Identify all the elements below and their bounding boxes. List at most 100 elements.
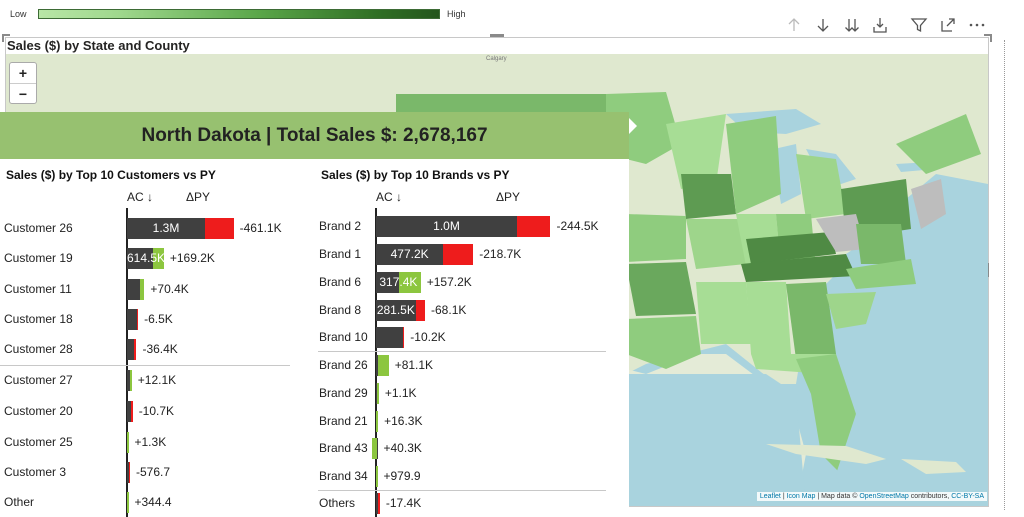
- brand-row-label[interactable]: Brand 6: [319, 275, 361, 289]
- tooltip-arrow: [629, 118, 637, 134]
- svg-text:Calgary: Calgary: [486, 56, 507, 62]
- customer-delta-bar[interactable]: [205, 218, 234, 239]
- customer-delta-value-label: +1.3K: [134, 435, 167, 449]
- attribution-contributors: contributors,: [908, 493, 952, 500]
- double-arrow-down-icon[interactable]: [841, 14, 863, 36]
- customer-delta-bar[interactable]: [127, 492, 129, 513]
- customer-delta-value-label: +12.1K: [137, 373, 177, 387]
- customer-row-label[interactable]: Customer 18: [4, 312, 73, 326]
- expand-hierarchy-icon[interactable]: [869, 14, 891, 36]
- brand-delta-bar[interactable]: [377, 355, 389, 376]
- customer-row-label[interactable]: Customer 26: [4, 221, 73, 235]
- brand-delta-value-label: +979.9: [383, 469, 421, 483]
- resize-handle-top[interactable]: [490, 34, 504, 37]
- map-attribution: Leaflet | Icon Map | Map data © OpenStre…: [756, 492, 987, 501]
- brand-delta-bar[interactable]: [377, 493, 380, 514]
- brand-delta-value-label: -17.4K: [385, 496, 422, 510]
- zoom-in-button[interactable]: +: [10, 63, 36, 83]
- zoom-out-button[interactable]: −: [10, 83, 36, 104]
- brand-delta-bar[interactable]: [415, 300, 426, 321]
- brand-row-label[interactable]: Others: [319, 496, 355, 510]
- brand-delta-bar[interactable]: [402, 327, 405, 348]
- brand-delta-value-label: -10.2K: [410, 330, 446, 344]
- iconmap-link[interactable]: Icon Map: [787, 493, 816, 500]
- customers-delta-header: ΔPY: [186, 190, 211, 204]
- brand-delta-bar[interactable]: [376, 466, 378, 487]
- brand-row-label[interactable]: Brand 1: [319, 247, 361, 261]
- brands-delta-header: ΔPY: [496, 190, 521, 204]
- license-link[interactable]: CC-BY-SA: [951, 493, 984, 500]
- customer-ac-value-label: 1.3M: [152, 221, 180, 235]
- customer-row-label[interactable]: Customer 19: [4, 251, 73, 265]
- brand-ac-value-label: 477.2K: [390, 247, 429, 261]
- attribution-text: | Map data ©: [815, 493, 860, 500]
- brand-row-label[interactable]: Brand 34: [319, 469, 368, 483]
- brand-others-separator: [318, 351, 606, 352]
- customer-delta-bar[interactable]: [131, 401, 133, 422]
- brand-delta-bar[interactable]: [377, 383, 379, 404]
- brand-delta-value-label: -68.1K: [431, 303, 467, 317]
- customer-delta-value-label: +169.2K: [169, 251, 215, 265]
- customer-delta-bar[interactable]: [134, 339, 137, 360]
- customer-row-label[interactable]: Other: [4, 495, 34, 509]
- brand-ac-value-label: 1.0M: [433, 219, 460, 233]
- brand-row-label[interactable]: Brand 10: [319, 330, 368, 344]
- customer-ac-bar[interactable]: [127, 339, 135, 360]
- customers-ac-header[interactable]: AC ↓: [127, 190, 153, 204]
- customer-delta-bar[interactable]: [136, 309, 139, 330]
- brand-row-label[interactable]: Brand 21: [319, 414, 368, 428]
- customer-ac-value-label: 614.5K: [127, 251, 166, 265]
- customer-delta-value-label: -461.1K: [239, 221, 282, 235]
- customer-delta-value-label: +70.4K: [150, 282, 189, 296]
- brand-delta-value-label: +40.3K: [383, 441, 422, 455]
- brand-ac-value-label: 281.5K: [376, 303, 415, 317]
- customer-delta-bar[interactable]: [128, 462, 130, 483]
- customer-delta-bar[interactable]: [130, 370, 132, 391]
- customer-row-label[interactable]: Customer 20: [4, 404, 73, 418]
- osm-link[interactable]: OpenStreetMap: [859, 493, 908, 500]
- customer-row-label[interactable]: Customer 27: [4, 373, 73, 387]
- brands-chart-title: Sales ($) by Top 10 Brands vs PY: [321, 168, 510, 182]
- customer-row-label[interactable]: Customer 11: [4, 282, 72, 296]
- customer-delta-bar[interactable]: [127, 432, 129, 453]
- brands-ac-header[interactable]: AC ↓: [376, 190, 402, 204]
- brand-row-label[interactable]: Brand 8: [319, 303, 361, 317]
- brand-delta-bar[interactable]: [443, 244, 474, 265]
- focus-mode-icon[interactable]: [937, 14, 959, 36]
- customer-delta-value-label: -36.4K: [142, 342, 178, 356]
- drill-down-icon[interactable]: [812, 14, 834, 36]
- brand-delta-value-label: +1.1K: [384, 386, 417, 400]
- legend-low-label: Low: [10, 9, 27, 19]
- brand-delta-value-label: -218.7K: [479, 247, 522, 261]
- brand-delta-value-label: +16.3K: [384, 414, 423, 428]
- customer-row-label[interactable]: Customer 25: [4, 435, 73, 449]
- customer-delta-bar[interactable]: [140, 279, 145, 300]
- customer-delta-value-label: -576.7: [136, 465, 171, 479]
- more-options-icon[interactable]: [966, 14, 988, 36]
- tooltip-header: North Dakota | Total Sales $: 2,678,167: [0, 112, 629, 159]
- customer-row-label[interactable]: Customer 28: [4, 342, 73, 356]
- brand-row-label[interactable]: Brand 29: [319, 386, 368, 400]
- brand-delta-bar[interactable]: [375, 411, 379, 432]
- brand-delta-bar[interactable]: [371, 438, 378, 459]
- customer-delta-value-label: -10.7K: [138, 404, 175, 418]
- brand-ac-bar[interactable]: [376, 327, 403, 348]
- page-boundary-line: [1004, 40, 1005, 510]
- brand-row-label[interactable]: Brand 2: [319, 219, 361, 233]
- resize-corner[interactable]: [984, 34, 992, 42]
- map-zoom-control: + −: [9, 62, 37, 104]
- filter-icon[interactable]: [908, 14, 930, 36]
- brand-row-label[interactable]: Brand 43: [319, 441, 368, 455]
- leaflet-link[interactable]: Leaflet: [760, 493, 781, 500]
- brand-delta-value-label: -244.5K: [556, 219, 599, 233]
- customer-row-label[interactable]: Customer 3: [4, 465, 66, 479]
- drill-up-icon[interactable]: [783, 14, 805, 36]
- brand-row-label[interactable]: Brand 26: [319, 358, 368, 372]
- customer-ac-bar[interactable]: [127, 309, 137, 330]
- customers-chart-title: Sales ($) by Top 10 Customers vs PY: [6, 168, 216, 182]
- legend-gradient-bar: [38, 9, 440, 19]
- customer-others-separator: [0, 365, 290, 366]
- customer-delta-value-label: +344.4: [134, 495, 172, 509]
- legend-high-label: High: [447, 9, 466, 19]
- brand-delta-bar[interactable]: [517, 216, 551, 237]
